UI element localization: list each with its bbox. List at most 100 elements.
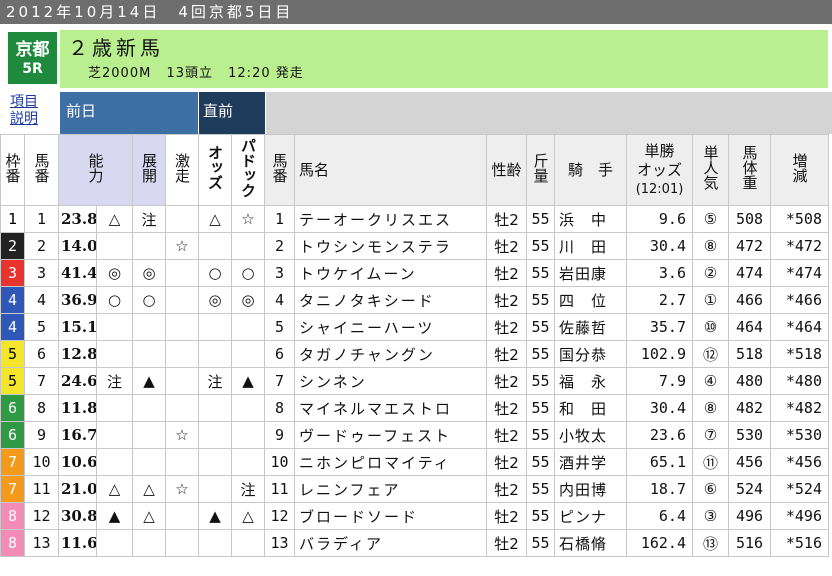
popularity-cell: ⑦ bbox=[692, 421, 729, 449]
jockey-cell: 川 田 bbox=[554, 232, 627, 260]
tenkai-mark bbox=[96, 421, 133, 449]
tab-just-before[interactable]: 直前 bbox=[199, 92, 265, 134]
popularity-cell: ⑤ bbox=[692, 205, 729, 233]
jockey-cell: 酒井学 bbox=[554, 448, 627, 476]
diff-cell: *464 bbox=[770, 313, 829, 341]
tenkai-sub-mark: ◎ bbox=[132, 259, 166, 287]
tansho-odds-cell: 30.4 bbox=[626, 394, 693, 422]
umaban2-cell: 12 bbox=[264, 502, 295, 530]
paddock-mark: △ bbox=[231, 502, 265, 530]
jockey-cell: 内田博 bbox=[554, 475, 627, 503]
tenkai-sub-mark: △ bbox=[132, 475, 166, 503]
body-weight-cell: 516 bbox=[728, 529, 771, 557]
ability-cell: 11.8 bbox=[58, 394, 97, 422]
kinryo-cell: 55 bbox=[526, 421, 555, 449]
sex-age-cell: 牡2 bbox=[486, 394, 527, 422]
ability-cell: 30.8 bbox=[58, 502, 97, 530]
waku-cell: 8 bbox=[0, 502, 25, 530]
col-ability: 能力 bbox=[58, 134, 133, 206]
tansho-odds-cell: 30.4 bbox=[626, 232, 693, 260]
tansho-odds-cell: 35.7 bbox=[626, 313, 693, 341]
col-odds-mark: オッズ bbox=[198, 134, 232, 206]
popularity-cell: ⑧ bbox=[692, 232, 729, 260]
horse-name[interactable]: トウケイムーン bbox=[294, 259, 487, 287]
col-sex-age: 性齢 bbox=[486, 134, 527, 206]
umaban-cell: 4 bbox=[24, 286, 59, 314]
help-link-line2[interactable]: 説明 bbox=[10, 111, 38, 128]
gekiso-mark bbox=[165, 394, 199, 422]
popularity-cell: ② bbox=[692, 259, 729, 287]
horse-name[interactable]: レニンフェア bbox=[294, 475, 487, 503]
tansho-odds-cell: 2.7 bbox=[626, 286, 693, 314]
umaban-cell: 5 bbox=[24, 313, 59, 341]
paddock-mark bbox=[231, 232, 265, 260]
body-weight-cell: 524 bbox=[728, 475, 771, 503]
tenkai-sub-mark bbox=[132, 394, 166, 422]
body-weight-cell: 530 bbox=[728, 421, 771, 449]
gekiso-mark: ☆ bbox=[165, 421, 199, 449]
umaban2-cell: 13 bbox=[264, 529, 295, 557]
horse-name[interactable]: バラディア bbox=[294, 529, 487, 557]
sex-age-cell: 牡2 bbox=[486, 367, 527, 395]
tenkai-mark bbox=[96, 313, 133, 341]
help-link[interactable]: 項目 説明 bbox=[10, 94, 38, 128]
popularity-cell: ⑪ bbox=[692, 448, 729, 476]
ability-cell: 10.6 bbox=[58, 448, 97, 476]
horse-name[interactable]: タニノタキシード bbox=[294, 286, 487, 314]
kinryo-cell: 55 bbox=[526, 529, 555, 557]
umaban2-cell: 7 bbox=[264, 367, 295, 395]
odds-mark bbox=[198, 340, 232, 368]
umaban-cell: 13 bbox=[24, 529, 59, 557]
tenkai-sub-mark bbox=[132, 313, 166, 341]
odds-mark bbox=[198, 529, 232, 557]
tansho-odds-cell: 162.4 bbox=[626, 529, 693, 557]
diff-cell: *482 bbox=[770, 394, 829, 422]
horse-name[interactable]: シンネン bbox=[294, 367, 487, 395]
body-weight-cell: 464 bbox=[728, 313, 771, 341]
tansho-odds-cell: 9.6 bbox=[626, 205, 693, 233]
runner-count: 13頭立 bbox=[166, 66, 213, 81]
popularity-cell: ⑥ bbox=[692, 475, 729, 503]
odds-mark: 注 bbox=[198, 367, 232, 395]
tenkai-sub-mark bbox=[132, 340, 166, 368]
horse-name[interactable]: ニホンピロマイティ bbox=[294, 448, 487, 476]
horse-name[interactable]: ブロードソード bbox=[294, 502, 487, 530]
popularity-cell: ⑧ bbox=[692, 394, 729, 422]
tenkai-mark bbox=[96, 448, 133, 476]
col-paddock: パドック bbox=[231, 134, 265, 206]
col-kinryo: 斤量 bbox=[526, 134, 555, 206]
umaban-cell: 1 bbox=[24, 205, 59, 233]
umaban2-cell: 9 bbox=[264, 421, 295, 449]
umaban-cell: 3 bbox=[24, 259, 59, 287]
umaban-cell: 2 bbox=[24, 232, 59, 260]
sex-age-cell: 牡2 bbox=[486, 529, 527, 557]
tenkai-sub-mark: △ bbox=[132, 502, 166, 530]
venue-name: 京都 bbox=[15, 40, 50, 60]
horse-name[interactable]: マイネルマエストロ bbox=[294, 394, 487, 422]
tenkai-mark: △ bbox=[96, 205, 133, 233]
horse-name[interactable]: タガノチャングン bbox=[294, 340, 487, 368]
kinryo-cell: 55 bbox=[526, 286, 555, 314]
body-weight-cell: 482 bbox=[728, 394, 771, 422]
horse-name[interactable]: テーオークリスエス bbox=[294, 205, 487, 233]
jockey-cell: 佐藤哲 bbox=[554, 313, 627, 341]
paddock-mark bbox=[231, 421, 265, 449]
gekiso-mark bbox=[165, 286, 199, 314]
tab-prev-day[interactable]: 前日 bbox=[60, 92, 198, 134]
tenkai-sub-mark bbox=[132, 529, 166, 557]
tenkai-mark bbox=[96, 394, 133, 422]
tenkai-mark: ◎ bbox=[96, 259, 133, 287]
tenkai-mark: 注 bbox=[96, 367, 133, 395]
ability-cell: 14.0 bbox=[58, 232, 97, 260]
body-weight-cell: 466 bbox=[728, 286, 771, 314]
horse-name[interactable]: ヴードゥーフェスト bbox=[294, 421, 487, 449]
paddock-mark: ☆ bbox=[231, 205, 265, 233]
jockey-cell: 岩田康 bbox=[554, 259, 627, 287]
gekiso-mark bbox=[165, 448, 199, 476]
help-link-line1[interactable]: 項目 bbox=[10, 94, 38, 111]
horse-name[interactable]: トウシンモンステラ bbox=[294, 232, 487, 260]
horse-name[interactable]: シャイニーハーツ bbox=[294, 313, 487, 341]
kinryo-cell: 55 bbox=[526, 232, 555, 260]
sex-age-cell: 牡2 bbox=[486, 232, 527, 260]
ability-cell: 15.1 bbox=[58, 313, 97, 341]
